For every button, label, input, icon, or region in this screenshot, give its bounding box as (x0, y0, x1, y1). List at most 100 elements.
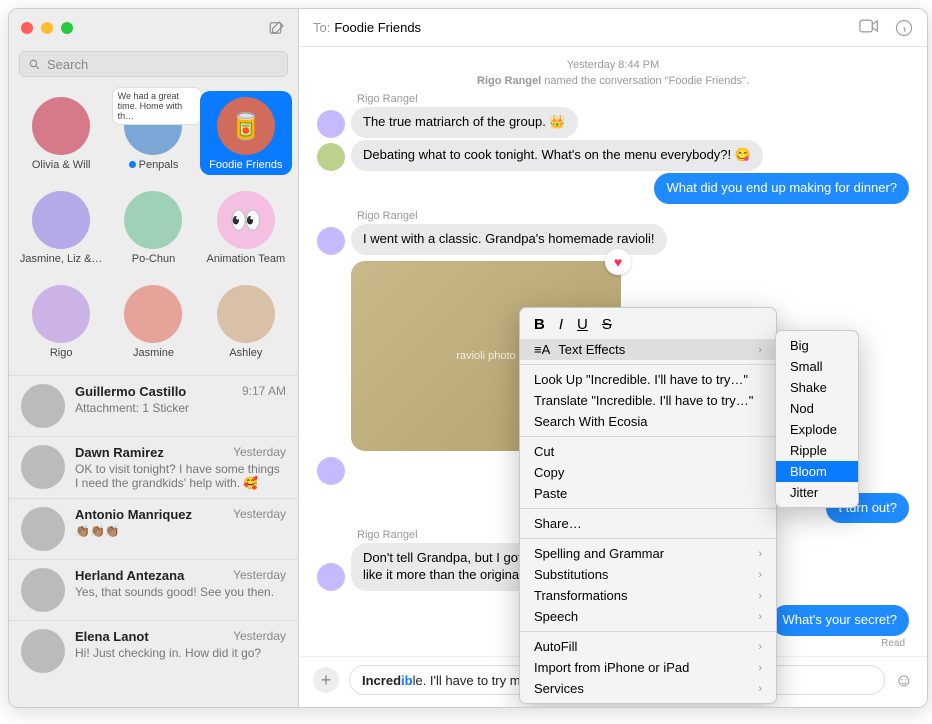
effect-explode[interactable]: Explode (776, 419, 858, 440)
message-bubble[interactable]: The true matriarch of the group. 👑 (351, 107, 578, 138)
conversation-row[interactable]: Dawn RamirezYesterday OK to visit tonigh… (9, 436, 298, 498)
avatar (217, 285, 275, 343)
pinned-conversation[interactable]: Penpals We had a great time. Home with t… (107, 91, 199, 175)
avatar[interactable] (317, 227, 345, 255)
effect-small[interactable]: Small (776, 356, 858, 377)
info-icon[interactable] (895, 19, 913, 37)
avatar[interactable] (317, 110, 345, 138)
apps-button[interactable]: + (313, 667, 339, 693)
search-icon (28, 58, 41, 71)
pinned-conversation[interactable]: 👀 Animation Team (200, 185, 292, 269)
avatar (124, 285, 182, 343)
convo-time: Yesterday (233, 507, 286, 522)
pin-preview: We had a great time. Home with th… (112, 87, 202, 125)
format-bar: B I U S (520, 312, 776, 339)
close-window[interactable] (21, 22, 33, 34)
avatar: 👀 (217, 191, 275, 249)
convo-preview: Hi! Just checking in. How did it go? (75, 646, 286, 660)
menu-import[interactable]: Import from iPhone or iPad› (520, 657, 776, 678)
text-effects-icon: ≡A (534, 342, 550, 357)
conversation-row[interactable]: Herland Antezana Yesterday Yes, that soun… (9, 559, 298, 620)
pin-label: Foodie Friends (209, 159, 282, 171)
minimize-window[interactable] (41, 22, 53, 34)
menu-paste[interactable]: Paste (520, 483, 776, 504)
avatar: 🥫 (217, 97, 275, 155)
recipient-name[interactable]: Foodie Friends (334, 20, 421, 35)
convo-time: Yesterday (233, 568, 286, 583)
text-effects-submenu: BigSmallShakeNodExplodeRippleBloomJitter (775, 330, 859, 508)
pinned-conversation[interactable]: 🥫 Foodie Friends (200, 91, 292, 175)
pin-label: Jasmine (133, 347, 174, 359)
avatar (21, 384, 65, 428)
pin-label: Jasmine, Liz &… (20, 253, 103, 265)
menu-copy[interactable]: Copy (520, 462, 776, 483)
effect-bloom[interactable]: Bloom (776, 461, 858, 482)
menu-share[interactable]: Share… (520, 513, 776, 534)
search-input[interactable]: Search (19, 51, 288, 77)
facetime-icon[interactable] (859, 19, 879, 37)
bold-button[interactable]: B (534, 316, 545, 333)
avatar (21, 445, 65, 489)
compose-icon[interactable] (268, 19, 286, 37)
effect-ripple[interactable]: Ripple (776, 440, 858, 461)
sender-label: Rigo Rangel (357, 210, 909, 222)
convo-preview: Yes, that sounds good! See you then. (75, 585, 286, 599)
convo-name: Herland Antezana (75, 568, 184, 583)
zoom-window[interactable] (61, 22, 73, 34)
pinned-conversation[interactable]: Rigo (15, 279, 107, 363)
convo-name: Dawn Ramirez (75, 445, 164, 460)
tapback-heart-icon[interactable]: ♥ (605, 249, 631, 275)
pin-label: Ashley (229, 347, 262, 359)
menu-lookup[interactable]: Look Up "Incredible. I'll have to try…" (520, 369, 776, 390)
message-bubble-me[interactable]: What's your secret? (771, 605, 909, 636)
menu-speech[interactable]: Speech› (520, 606, 776, 627)
pin-label: Penpals (129, 159, 179, 171)
avatar (21, 629, 65, 673)
menu-cut[interactable]: Cut (520, 441, 776, 462)
pin-label: Olivia & Will (32, 159, 91, 171)
sidebar-scroll: Olivia & Will Penpals We had a great tim… (9, 87, 298, 707)
menu-search[interactable]: Search With Ecosia (520, 411, 776, 432)
pinned-conversation[interactable]: Po-Chun (107, 185, 199, 269)
conversation-row[interactable]: Guillermo Castillo9:17 AM Attachment: 1 … (9, 375, 298, 436)
menu-services[interactable]: Services› (520, 678, 776, 699)
sender-label: Rigo Rangel (357, 93, 909, 105)
menu-translate[interactable]: Translate "Incredible. I'll have to try…… (520, 390, 776, 411)
menu-substitutions[interactable]: Substitutions› (520, 564, 776, 585)
pinned-conversation[interactable]: Ashley (200, 279, 292, 363)
emoji-picker-icon[interactable]: ☺ (895, 670, 913, 691)
message-bubble[interactable]: Debating what to cook tonight. What's on… (351, 140, 763, 171)
convo-preview: Attachment: 1 Sticker (75, 401, 286, 415)
menu-text-effects[interactable]: ≡AText Effects› (520, 339, 776, 360)
conversation-row[interactable]: Antonio ManriquezYesterday 👏🏽👏🏽👏🏽 (9, 498, 298, 559)
search-placeholder: Search (47, 57, 88, 72)
pinned-conversation[interactable]: Jasmine, Liz &… (15, 185, 107, 269)
effect-jitter[interactable]: Jitter (776, 482, 858, 503)
pinned-grid: Olivia & Will Penpals We had a great tim… (9, 87, 298, 375)
underline-button[interactable]: U (577, 316, 588, 333)
avatar[interactable] (317, 143, 345, 171)
strike-button[interactable]: S (602, 316, 612, 333)
avatar[interactable] (317, 457, 345, 485)
effect-big[interactable]: Big (776, 335, 858, 356)
menu-spelling[interactable]: Spelling and Grammar› (520, 543, 776, 564)
effect-nod[interactable]: Nod (776, 398, 858, 419)
avatar[interactable] (317, 563, 345, 591)
message-bubble-me[interactable]: What did you end up making for dinner? (654, 173, 909, 204)
pinned-conversation[interactable]: Jasmine (107, 279, 199, 363)
system-named: Rigo Rangel Rigo Rangel named the conver… (317, 75, 909, 87)
menu-autofill[interactable]: AutoFill› (520, 636, 776, 657)
conversation-list: Guillermo Castillo9:17 AM Attachment: 1 … (9, 375, 298, 681)
menu-transformations[interactable]: Transformations› (520, 585, 776, 606)
convo-preview: 👏🏽👏🏽👏🏽 (75, 524, 286, 538)
draft-text: Incredible. I'll have to try mak (362, 673, 534, 688)
italic-button[interactable]: I (559, 316, 563, 333)
avatar (124, 191, 182, 249)
conversation-row[interactable]: Elena LanotYesterday Hi! Just checking i… (9, 620, 298, 681)
effect-shake[interactable]: Shake (776, 377, 858, 398)
pinned-conversation[interactable]: Olivia & Will (15, 91, 107, 175)
pin-label: Rigo (50, 347, 73, 359)
traffic-lights (21, 22, 73, 34)
convo-name: Guillermo Castillo (75, 384, 186, 399)
messages-window: Search Olivia & Will Penpals We had a gr… (8, 8, 928, 708)
